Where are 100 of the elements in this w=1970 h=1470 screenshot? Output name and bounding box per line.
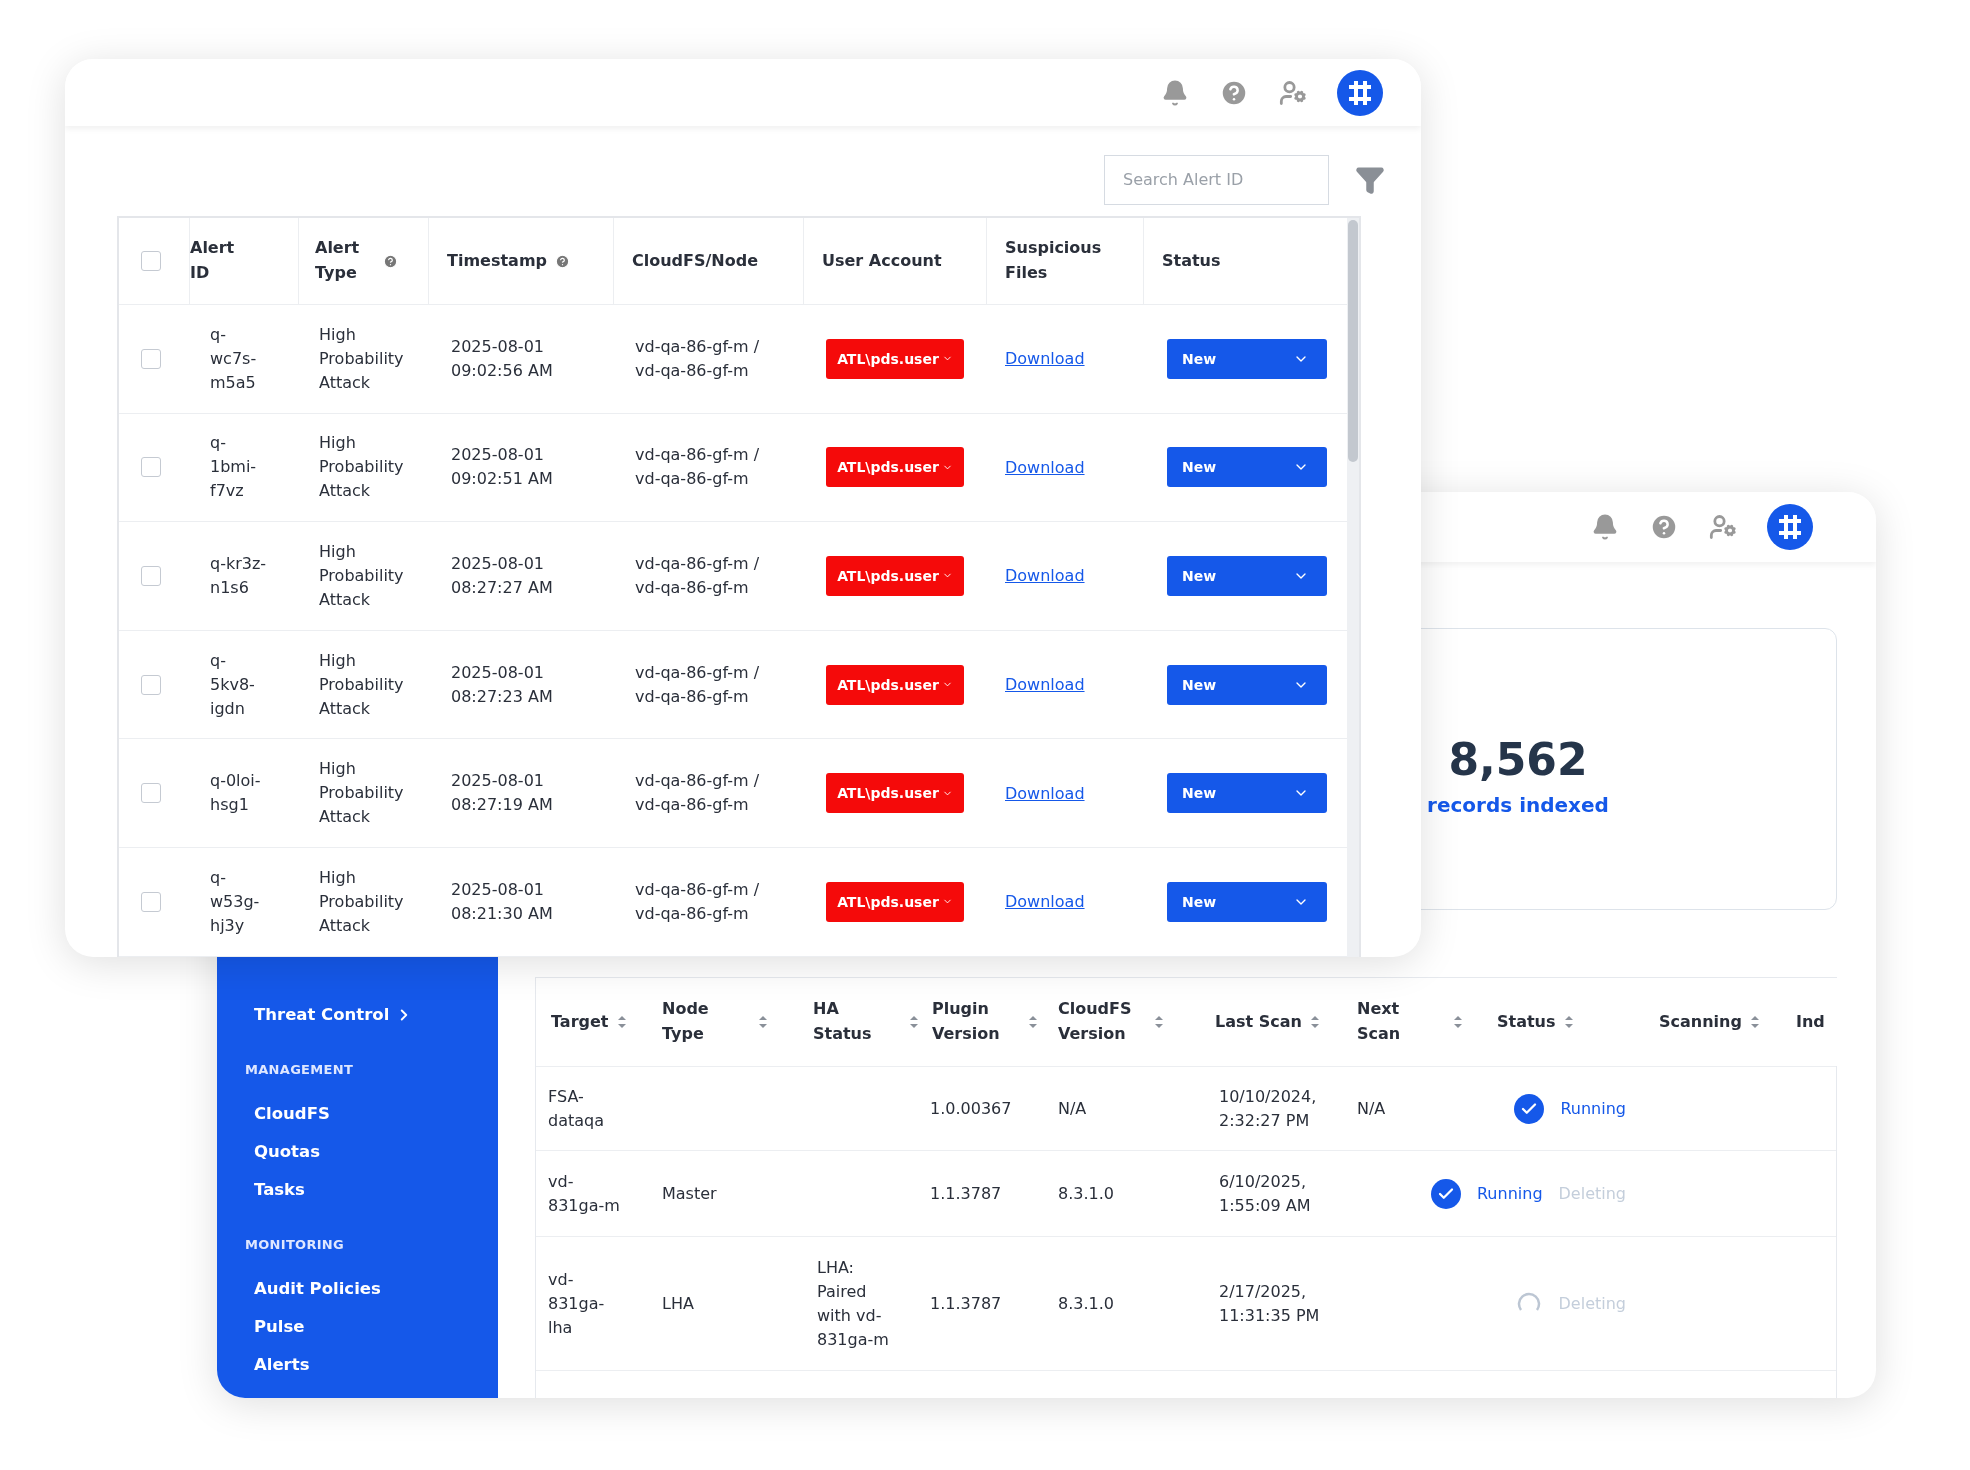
download-link[interactable]: Download xyxy=(1005,457,1085,477)
sort-icon[interactable] xyxy=(1028,1015,1038,1029)
column-header-label: Last Scan xyxy=(1215,1010,1302,1033)
sidebar-item[interactable]: Audit Policies xyxy=(217,1270,498,1308)
column-header-label: Target xyxy=(551,1010,609,1033)
status-label: Deleting xyxy=(1558,1294,1626,1313)
node-path-label: vd-qa-86-gf-m / vd-qa-86-gf-m xyxy=(635,878,760,925)
search-field[interactable]: Search Alert ID xyxy=(1104,154,1329,205)
alert-id: q-1bmi-f7vz xyxy=(210,432,258,503)
timestamp: 2025-08-01 08:21:30 AM xyxy=(451,878,554,925)
target: vd-831ga-lha xyxy=(548,1268,606,1339)
sidebar-heading: MONITORING xyxy=(244,1236,346,1254)
user-settings-icon[interactable] xyxy=(1709,513,1737,541)
column-header-label: Node Type xyxy=(662,998,710,1045)
sidebar-item[interactable]: Tasks xyxy=(217,1171,498,1209)
download-link[interactable]: Download xyxy=(1005,892,1085,912)
plugin-version: 1.0.00367 xyxy=(930,1097,1012,1120)
alert-id: q-5kv8-igdn xyxy=(210,649,256,720)
scrollbar[interactable] xyxy=(1347,218,1359,957)
sort-icon[interactable] xyxy=(1749,1015,1760,1029)
column-header-label: Ind xyxy=(1796,1010,1825,1033)
status-dropdown[interactable]: New xyxy=(1167,773,1327,814)
node-type: LHA xyxy=(662,1292,694,1315)
last-scan: 2/17/2025, 11:31:35 PM xyxy=(1219,1280,1321,1327)
sort-icon[interactable] xyxy=(1309,1015,1320,1029)
user-settings-icon[interactable] xyxy=(1279,78,1307,107)
column-header-label: Scanning xyxy=(1659,1010,1742,1033)
status-dropdown[interactable]: New xyxy=(1167,447,1327,488)
node-type: Master xyxy=(662,1182,717,1205)
user-account-button[interactable]: ATL\pds.user xyxy=(826,556,964,596)
select-all-checkbox[interactable] xyxy=(141,251,161,271)
sidebar-heading: MANAGEMENT xyxy=(244,1061,355,1079)
sort-icon[interactable] xyxy=(909,1015,919,1029)
alert-type: High Probability Attack xyxy=(319,323,405,394)
target: FSA-dataqa xyxy=(548,1085,605,1132)
sort-icon[interactable] xyxy=(616,1015,627,1029)
next-scan: N/A xyxy=(1357,1097,1386,1120)
sort-icon[interactable] xyxy=(1563,1015,1574,1029)
column-header-label: Timestamp xyxy=(447,249,547,272)
plugin-version: 1.1.3787 xyxy=(930,1182,1002,1205)
alert-id: q-kr3z-n1s6 xyxy=(210,553,268,599)
plugin-version: 1.1.3787 xyxy=(930,1292,1002,1315)
notifications-icon[interactable] xyxy=(1161,78,1189,107)
row-checkbox[interactable] xyxy=(141,566,161,586)
user-account-button[interactable]: ATL\pds.user xyxy=(826,881,964,922)
sidebar-item[interactable]: Pulse xyxy=(217,1308,498,1346)
user-account-button[interactable]: ATL\pds.user xyxy=(826,773,964,814)
row-checkbox[interactable] xyxy=(141,674,161,695)
target: vd-831ga-m xyxy=(548,1170,621,1217)
row-checkbox[interactable] xyxy=(141,348,161,369)
sidebar-item[interactable]: Quotas xyxy=(217,1133,498,1171)
cloudfs-version: N/A xyxy=(1058,1097,1087,1120)
timestamp: 2025-08-01 08:27:19 AM xyxy=(451,770,554,817)
logo-icon[interactable] xyxy=(1767,504,1813,550)
last-scan: 6/10/2025, 1:55:09 AM xyxy=(1219,1170,1312,1217)
status-dropdown[interactable]: New xyxy=(1167,556,1327,596)
cloudfs-version: 8.3.1.0 xyxy=(1058,1182,1114,1205)
node-path-label: vd-qa-86-gf-m / vd-qa-86-gf-m xyxy=(635,335,760,382)
alert-id: q-0loi-hsg1 xyxy=(210,770,262,817)
column-header-label: Plugin Version xyxy=(932,998,1001,1045)
download-link[interactable]: Download xyxy=(1005,349,1085,369)
sort-icon[interactable] xyxy=(758,1015,768,1029)
column-header-label: Next Scan xyxy=(1357,998,1402,1045)
sort-icon[interactable] xyxy=(1154,1015,1164,1029)
notifications-icon[interactable] xyxy=(1591,513,1619,541)
check-circle-icon xyxy=(1430,1178,1461,1209)
column-header-label: Alert ID xyxy=(190,237,236,284)
user-account-button[interactable]: ATL\pds.user xyxy=(826,664,964,705)
column-header-label: Alert Type xyxy=(315,237,361,284)
column-header-label: CloudFS Version xyxy=(1058,998,1133,1045)
logo-icon[interactable] xyxy=(1337,69,1383,116)
node-path-label: vd-qa-86-gf-m / vd-qa-86-gf-m xyxy=(635,661,760,708)
user-account-button[interactable]: ATL\pds.user xyxy=(826,338,964,379)
sidebar-item[interactable]: Alerts xyxy=(217,1346,498,1384)
alert-type: High Probability Attack xyxy=(319,649,405,720)
node-path-label: vd-qa-86-gf-m / vd-qa-86-gf-m xyxy=(635,444,760,491)
sort-icon[interactable] xyxy=(1453,1015,1463,1029)
status-label: Deleting xyxy=(1558,1184,1626,1203)
download-link[interactable]: Download xyxy=(1005,675,1085,695)
alert-type: High Probability Attack xyxy=(319,541,405,611)
sidebar-item[interactable]: Threat Control xyxy=(217,996,498,1034)
download-link[interactable]: Download xyxy=(1005,783,1085,803)
row-checkbox[interactable] xyxy=(141,457,161,478)
status-dropdown[interactable]: New xyxy=(1167,664,1327,705)
timestamp: 2025-08-01 08:27:23 AM xyxy=(451,661,554,708)
alert-type: High Probability Attack xyxy=(319,758,405,829)
cloudfs-version: 8.3.1.0 xyxy=(1058,1292,1114,1315)
row-checkbox[interactable] xyxy=(141,783,161,804)
timestamp: 2025-08-01 08:27:27 AM xyxy=(451,553,554,599)
alert-id: q-wc7s-m5a5 xyxy=(210,323,258,394)
status-label: Running xyxy=(1560,1099,1626,1118)
status-dropdown[interactable]: New xyxy=(1167,338,1327,379)
user-account-button[interactable]: ATL\pds.user xyxy=(826,447,964,488)
help-icon[interactable] xyxy=(1649,512,1679,542)
status-dropdown[interactable]: New xyxy=(1167,881,1327,922)
row-checkbox[interactable] xyxy=(141,891,161,912)
column-header-label: Suspicious Files xyxy=(1005,237,1103,284)
download-link[interactable]: Download xyxy=(1005,566,1085,586)
ha-status: LHA: Paired with vd-831ga-m xyxy=(817,1256,890,1351)
sidebar-item[interactable]: CloudFS xyxy=(217,1095,498,1133)
